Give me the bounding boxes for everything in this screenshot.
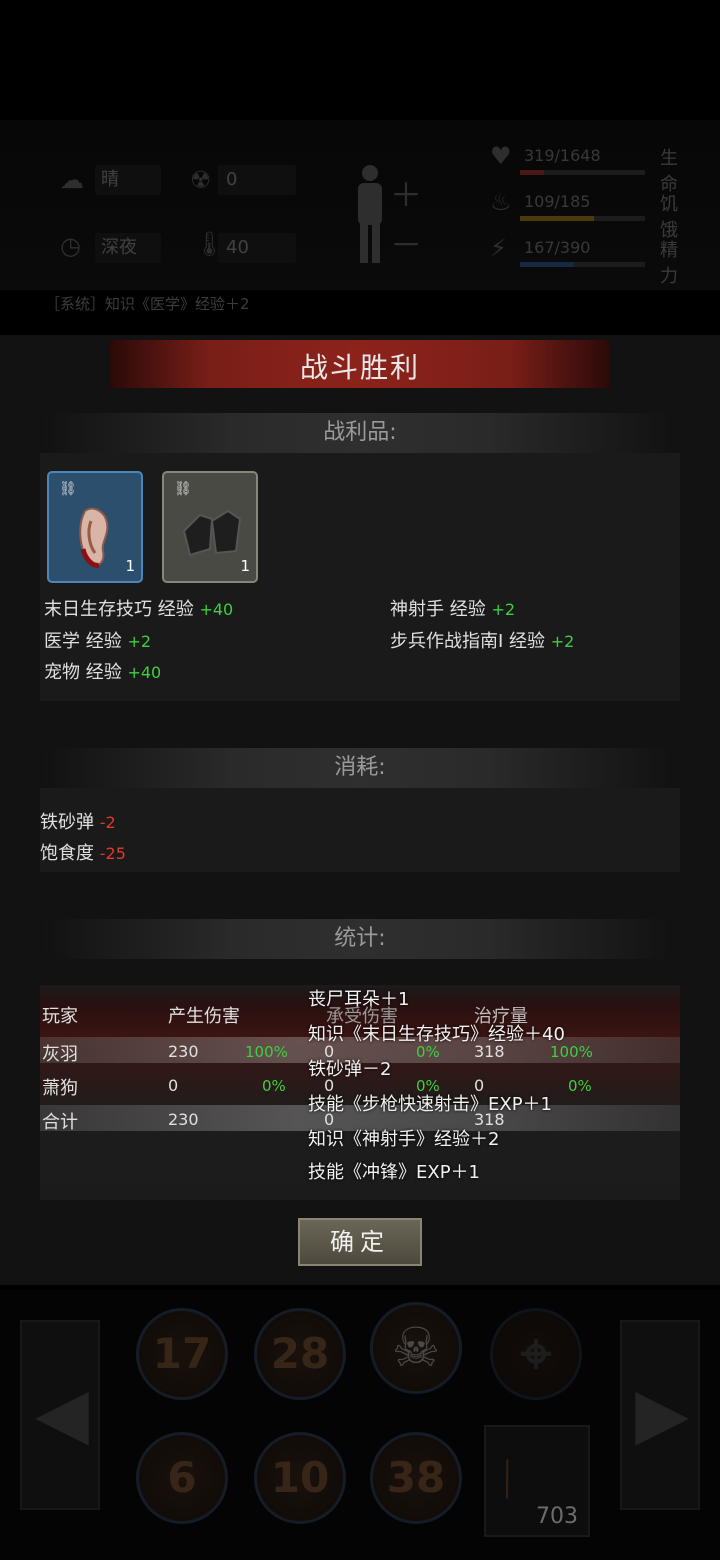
skill-slot[interactable]: ☠: [370, 1302, 462, 1394]
plus-icon[interactable]: ＋: [390, 170, 422, 216]
reward-line: 神射手 经验 +2: [390, 599, 516, 620]
overlay-message: 技能《步枪快速射击》EXP＋1: [308, 1094, 553, 1115]
health-label: 生命: [660, 148, 678, 195]
stats-col-damage-dealt: 产生伤害: [168, 1006, 240, 1027]
dialog-title: 战斗胜利: [299, 351, 420, 384]
weather-field: 晴: [95, 165, 161, 195]
overlay-message: 铁砂弹－2: [308, 1059, 392, 1080]
stats-damage: 230: [168, 1042, 199, 1061]
radiation-value: 0: [226, 169, 238, 190]
stats-player-name: 灰羽: [42, 1044, 78, 1065]
loot-item-ear[interactable]: ⛓ 1: [47, 471, 143, 583]
consumption-line: 饱食度 -25: [40, 843, 126, 864]
hunger-value: 109/185: [524, 192, 591, 211]
radiation-field: 0: [218, 165, 296, 195]
skill-bar: [0, 1290, 720, 1560]
skill-count: 10: [270, 1453, 330, 1502]
skill-slot[interactable]: 17: [136, 1308, 228, 1400]
skill-slot[interactable]: 28: [254, 1308, 346, 1400]
stats-header: 统计:: [40, 919, 680, 959]
consumption-panel: [40, 788, 680, 872]
radiation-icon: ☢: [190, 166, 212, 194]
reward-line: 末日生存技巧 经验 +40: [44, 599, 234, 620]
overlay-message: 知识《神射手》经验＋2: [308, 1129, 500, 1150]
skill-count: 38: [386, 1453, 446, 1502]
loot-item-shoes[interactable]: ⛓ 1: [162, 471, 258, 583]
temperature-field: 40: [218, 233, 296, 263]
prev-page-button[interactable]: ◀: [20, 1320, 100, 1510]
stats-total-label: 合计: [42, 1112, 78, 1133]
loot-header: 战利品:: [40, 413, 680, 453]
system-log: ［系统］知识《医学》经验＋2: [45, 295, 250, 313]
reward-line: 医学 经验 +2: [44, 631, 152, 652]
stats-heal-pct: 0%: [568, 1077, 592, 1095]
skill-slot[interactable]: 38: [370, 1432, 462, 1524]
consumption-header: 消耗:: [40, 748, 680, 788]
rifle-icon: ⟋: [482, 1453, 534, 1507]
weapon-slot[interactable]: ⟋ 703: [482, 1425, 590, 1537]
hunger-label: 饥饿: [660, 194, 678, 241]
minus-icon[interactable]: －: [390, 220, 422, 266]
brain-icon: ⚡: [490, 234, 507, 262]
weather-label: 晴: [101, 169, 119, 190]
stats-total-damage: 230: [168, 1110, 199, 1129]
item-count: 1: [240, 557, 250, 575]
energy-value: 167/390: [524, 238, 591, 257]
stats-damage-pct: 100%: [245, 1043, 288, 1061]
consumption-line: 铁砂弹 -2: [40, 812, 116, 833]
heart-icon: ♥: [490, 142, 512, 170]
crosshair-icon: ⌖: [520, 1322, 552, 1385]
overlay-message: 知识《末日生存技巧》经验＋40: [308, 1024, 565, 1045]
time-field: 深夜: [95, 233, 161, 263]
reward-line: 宠物 经验 +40: [44, 662, 162, 683]
temperature-value: 40: [226, 237, 249, 258]
skull-crossbones-icon: ☠: [391, 1316, 441, 1379]
status-hud: ☁ 晴 ☢ 0 ◷ 深夜 🌡 40 ＋ － ♥ 319/1648 生命 ♨ 10…: [0, 120, 720, 290]
health-value: 319/1648: [524, 146, 601, 165]
energy-label: 精力: [660, 240, 678, 287]
body-figure-icon[interactable]: [352, 165, 388, 265]
next-page-button[interactable]: ▶: [620, 1320, 700, 1510]
item-count: 1: [125, 557, 135, 575]
skill-count: 28: [270, 1329, 330, 1378]
skill-slot[interactable]: ⌖: [490, 1308, 582, 1400]
weapon-ammo-count: 703: [536, 1504, 578, 1529]
stats-damage-pct: 0%: [262, 1077, 286, 1095]
chevron-left-icon: ◀: [35, 1372, 89, 1454]
overlay-message: 技能《冲锋》EXP＋1: [308, 1162, 481, 1183]
stomach-icon: ♨: [490, 188, 512, 216]
skill-count: 17: [152, 1329, 212, 1378]
skill-slot[interactable]: 10: [254, 1432, 346, 1524]
reward-line: 步兵作战指南Ⅰ 经验 +2: [390, 631, 575, 652]
confirm-button[interactable]: 确定: [298, 1218, 422, 1266]
chevron-right-icon: ▶: [635, 1372, 689, 1454]
stats-damage: 0: [168, 1076, 179, 1095]
clock-icon: ◷: [60, 232, 81, 260]
cloud-sun-icon: ☁: [60, 166, 84, 194]
time-label: 深夜: [101, 237, 137, 258]
stats-col-player: 玩家: [42, 1006, 78, 1027]
skill-slot[interactable]: 6: [136, 1432, 228, 1524]
stats-player-name: 萧狗: [42, 1078, 78, 1099]
skill-count: 6: [167, 1453, 197, 1502]
overlay-message: 丧尸耳朵＋1: [308, 989, 410, 1010]
